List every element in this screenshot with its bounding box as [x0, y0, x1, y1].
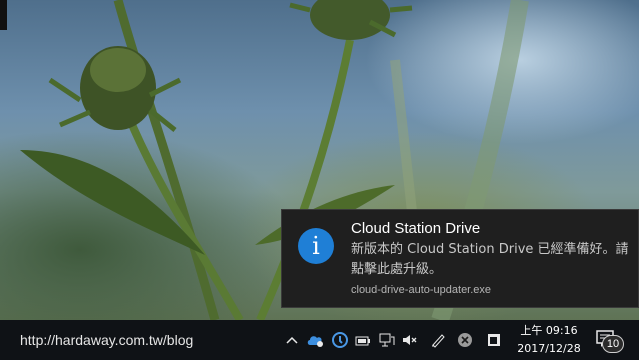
network-icon[interactable] — [378, 331, 396, 349]
info-icon: i — [298, 228, 334, 264]
notification-message: 新版本的 Cloud Station Drive 已經準備好。請點擊此處升級。 — [351, 242, 629, 277]
battery-icon[interactable] — [354, 331, 372, 349]
notification-toast[interactable]: i Cloud Station Drive 新版本的 Cloud Station… — [281, 209, 639, 308]
clock-date: 2017/12/28 — [517, 342, 581, 355]
cloud-station-icon[interactable] — [331, 331, 349, 349]
close-circle-icon[interactable] — [456, 331, 474, 349]
volume-muted-icon[interactable] — [401, 331, 419, 349]
cloud-sync-icon[interactable] — [306, 331, 324, 349]
pen-icon[interactable] — [429, 331, 447, 349]
blog-watermark: http://hardaway.com.tw/blog — [20, 332, 194, 348]
taskbar-clock[interactable]: 上午 09:16 2017/12/28 — [512, 322, 586, 358]
notification-count-badge: 10 — [602, 335, 624, 353]
clock-time: 上午 09:16 — [520, 324, 578, 337]
notification-title: Cloud Station Drive — [351, 220, 481, 237]
taskbar: http://hardaway.com.tw/blog 上午 09:16 201… — [0, 320, 639, 360]
chevron-up-icon[interactable] — [283, 331, 301, 349]
window-edge — [0, 0, 7, 30]
notification-source: cloud-drive-auto-updater.exe — [351, 284, 492, 296]
window-icon[interactable] — [485, 331, 503, 349]
